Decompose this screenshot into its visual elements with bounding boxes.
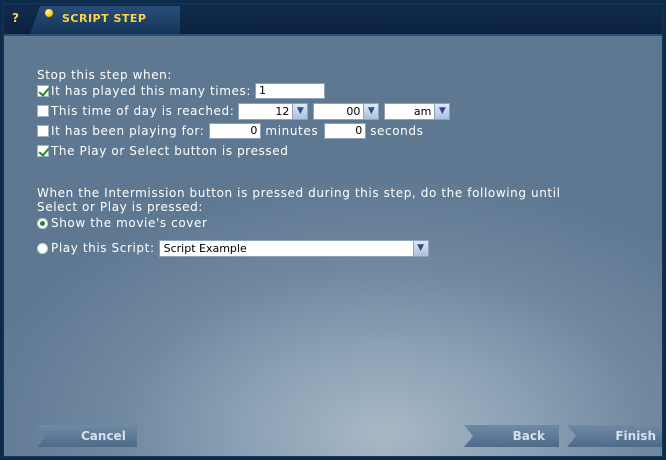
seconds-input[interactable]: 0 (324, 123, 367, 139)
back-label: Back (512, 429, 545, 443)
chevron-down-icon: ▼ (412, 240, 428, 256)
show-cover-row: Show the movie's cover (37, 215, 207, 231)
intermission-heading-row-2: Select or Play is pressed: (37, 199, 203, 215)
ampm-value: am (413, 104, 432, 118)
played-times-row: It has played this many times: 1 (37, 83, 325, 99)
playing-for-checkbox[interactable] (37, 125, 49, 137)
bulb-icon (45, 9, 53, 17)
played-times-input[interactable]: 1 (255, 83, 325, 99)
cancel-label: Cancel (81, 429, 126, 443)
playing-for-label: It has been playing for: (51, 124, 205, 138)
back-button[interactable]: Back (464, 425, 559, 447)
seconds-label: seconds (370, 124, 424, 138)
help-button[interactable]: ? (12, 11, 19, 25)
play-script-label: Play this Script: (51, 241, 155, 255)
time-of-day-label: This time of day is reached: (51, 104, 235, 118)
minute-value: 00 (346, 104, 361, 118)
play-script-radio[interactable] (37, 242, 48, 254)
intermission-heading-line2: Select or Play is pressed: (37, 200, 203, 214)
chevron-down-icon: ▼ (363, 103, 379, 119)
play-script-row: Play this Script: Script Example ▼ (37, 239, 429, 257)
hour-value: 12 (275, 104, 290, 118)
minutes-label: minutes (265, 124, 319, 138)
script-step-window: ? SCRIPT STEP Stop this step when: It ha… (3, 3, 663, 457)
tab-label: SCRIPT STEP (62, 12, 147, 25)
script-select[interactable]: Script Example ▼ (158, 239, 429, 257)
stop-heading: Stop this step when: (37, 68, 173, 82)
finish-label: Finish (615, 429, 656, 443)
cancel-button[interactable]: Cancel (37, 425, 137, 447)
finish-button[interactable]: Finish (567, 425, 662, 447)
ampm-select[interactable]: am ▼ (384, 102, 451, 120)
chevron-down-icon: ▼ (434, 103, 450, 119)
time-of-day-checkbox[interactable] (37, 105, 49, 117)
time-of-day-row: This time of day is reached: 12 ▼ 00 ▼ a… (37, 102, 451, 120)
script-value: Script Example (163, 241, 247, 255)
chevron-down-icon: ▼ (292, 103, 308, 119)
show-cover-label: Show the movie's cover (51, 216, 208, 230)
playing-for-row: It has been playing for: 0 minutes 0 sec… (37, 123, 423, 139)
button-pressed-row: The Play or Select button is pressed (37, 143, 288, 159)
minutes-input[interactable]: 0 (209, 123, 262, 139)
stop-heading-row: Stop this step when: (37, 67, 172, 83)
played-times-label: It has played this many times: (51, 84, 251, 98)
hour-select[interactable]: 12 ▼ (238, 102, 309, 120)
button-pressed-label: The Play or Select button is pressed (51, 144, 289, 158)
minute-select[interactable]: 00 ▼ (313, 102, 380, 120)
title-bar: ? SCRIPT STEP (4, 4, 662, 36)
show-cover-radio[interactable] (37, 217, 48, 229)
button-pressed-checkbox[interactable] (37, 145, 49, 157)
intermission-heading-line1: When the Intermission button is pressed … (37, 186, 561, 200)
played-times-checkbox[interactable] (37, 85, 49, 97)
